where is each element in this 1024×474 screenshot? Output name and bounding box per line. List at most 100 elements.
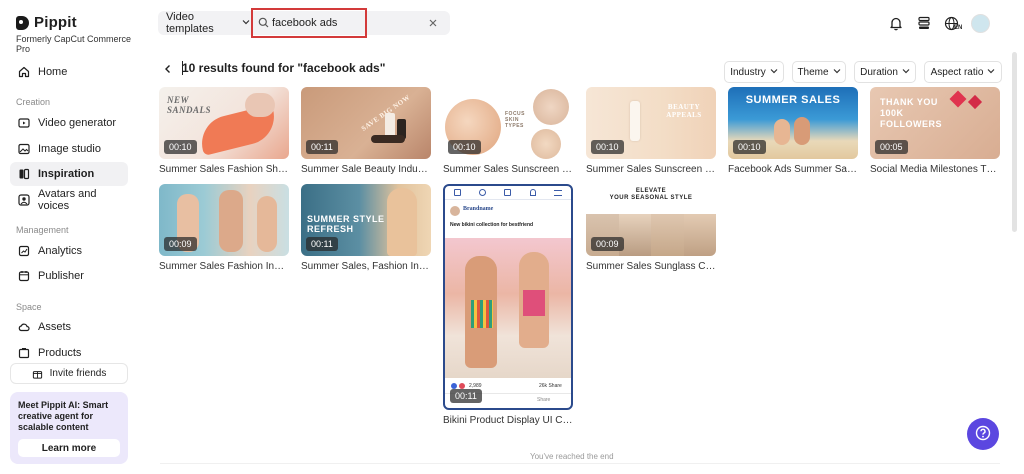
duration-badge: 00:05	[875, 140, 908, 154]
image-icon	[18, 143, 30, 155]
chevron-down-icon	[833, 67, 841, 78]
invite-friends-button[interactable]: Invite friends	[10, 363, 128, 384]
template-title: Summer Sales Sunscreen Fas...	[443, 164, 573, 175]
template-thumbnail[interactable]: SUMMER STYLE REFRESH 00:11	[301, 184, 431, 256]
chevron-down-icon	[987, 67, 995, 78]
sidebar-item-products[interactable]: Products	[10, 341, 128, 365]
duration-badge: 00:09	[164, 237, 197, 251]
section-creation: Creation	[16, 97, 51, 107]
bikini-shape	[523, 290, 545, 316]
sidebar-item-inspiration[interactable]: Inspiration	[10, 162, 128, 186]
sidebar-item-analytics[interactable]: Analytics	[10, 239, 128, 263]
sidebar-item-label: Avatars and voices	[38, 188, 97, 212]
template-thumbnail[interactable]: BEAUTY APPEALS 00:10	[586, 87, 716, 159]
mock-video-icon	[504, 189, 512, 196]
template-title: Summer Sales, Fashion Indust...	[301, 261, 431, 272]
sidebar-item-label: Publisher	[38, 270, 84, 282]
filter-theme[interactable]: Theme	[792, 61, 846, 83]
template-card[interactable]: BEAUTY APPEALS 00:10 Summer Sales Sunscr…	[586, 87, 716, 175]
home-icon	[18, 66, 30, 78]
template-card[interactable]: SUMMER SALES 00:10 Facebook Ads Summer S…	[728, 87, 858, 175]
pippit-logo-icon	[16, 15, 29, 30]
bikini-shape	[471, 300, 493, 328]
chevron-down-icon	[242, 17, 250, 29]
mock-page-avatar	[450, 206, 460, 216]
mock-post-photo	[445, 238, 571, 378]
section-management: Management	[16, 225, 69, 235]
template-type-select[interactable]: Video templates	[158, 11, 250, 35]
back-arrow-icon[interactable]	[163, 63, 173, 77]
template-card[interactable]: ELEVATE YOUR SEASONAL STYLE 00:09 Summer…	[586, 184, 716, 272]
template-card[interactable]: NEW SANDALS 00:10 Summer Sales Fashion S…	[159, 87, 289, 175]
sidebar-item-label: Image studio	[38, 143, 101, 155]
model-shape	[245, 93, 275, 117]
template-title: Facebook Ads Summer Sales ...	[728, 164, 858, 175]
sidebar-item-video-generator[interactable]: Video generator	[10, 111, 128, 135]
sidebar-item-label: Video generator	[38, 117, 117, 129]
sidebar-item-publisher[interactable]: Publisher	[10, 264, 128, 288]
inspiration-icon	[18, 168, 30, 180]
template-card[interactable]: SAVE BIG NOW 00:11 Summer Sale Beauty In…	[301, 87, 431, 175]
template-card[interactable]: FOCUS SKIN TYPES 00:10 Summer Sales Suns…	[443, 87, 573, 175]
sidebar-item-label: Analytics	[38, 245, 83, 257]
filter-label: Duration	[860, 66, 898, 78]
template-title: Summer Sales Fashion Indust...	[159, 261, 289, 272]
filter-label: Industry	[730, 66, 766, 78]
user-avatar[interactable]	[971, 14, 990, 33]
thumbnail-overlay-text: SUMMER SALES	[745, 94, 841, 106]
end-of-results-text: You've reached the end	[530, 452, 614, 461]
mock-friends-icon	[479, 189, 487, 196]
template-card[interactable]: 00:09 Summer Sales Fashion Indust...	[159, 184, 289, 272]
bell-icon[interactable]	[888, 15, 904, 31]
scrollbar-thumb[interactable]	[1012, 52, 1017, 232]
chevron-down-icon	[770, 67, 778, 78]
calendar-icon	[18, 270, 30, 282]
thumbnail-overlay-text: BEAUTY APPEALS	[666, 103, 702, 119]
mock-post-text: New bikini collection for bestfriend	[450, 222, 534, 228]
model-shape	[257, 196, 277, 252]
filter-industry[interactable]: Industry	[724, 61, 784, 83]
learn-more-button[interactable]: Learn more	[18, 439, 120, 457]
brand-name: Pippit	[34, 14, 77, 31]
mock-share-action: Share	[537, 397, 551, 403]
template-thumbnail[interactable]: SUMMER SALES 00:10	[728, 87, 858, 159]
template-thumbnail[interactable]: 00:09	[159, 184, 289, 256]
help-button[interactable]	[967, 418, 999, 450]
template-type-label: Video templates	[166, 11, 214, 35]
template-card[interactable]: Brandname New bikini collection for best…	[443, 184, 573, 426]
brand-logo[interactable]: Pippit	[16, 14, 77, 31]
clear-search-icon[interactable]	[428, 17, 438, 31]
stack-layers-icon[interactable]	[916, 15, 932, 31]
sidebar-item-label: Inspiration	[38, 168, 95, 180]
footer-divider	[160, 463, 1000, 464]
sidebar-item-avatars[interactable]: Avatars and voices	[10, 188, 128, 212]
template-title: Summer Sales Sunglass Cloth...	[586, 261, 716, 272]
model-photo	[651, 214, 684, 256]
model-shape	[387, 188, 417, 256]
template-title: Summer Sales Fashion Shoes ...	[159, 164, 289, 175]
template-title: Summer Sale Beauty Industry...	[301, 164, 431, 175]
thumbnail-overlay-text: FOCUS SKIN TYPES	[505, 111, 525, 129]
sunglasses-shape	[371, 135, 405, 143]
heart-balloon-icon	[949, 90, 967, 108]
sidebar-item-image-studio[interactable]: Image studio	[10, 137, 128, 161]
invite-label: Invite friends	[49, 368, 107, 379]
thumbnail-overlay-text: ELEVATE YOUR SEASONAL STYLE	[609, 188, 693, 201]
template-thumbnail[interactable]: Brandname New bikini collection for best…	[443, 184, 573, 410]
filter-aspect-ratio[interactable]: Aspect ratio	[924, 61, 1002, 83]
template-card[interactable]: THANK YOU 100K FOLLOWERS 00:05 Social Me…	[870, 87, 1000, 175]
template-thumbnail[interactable]: ELEVATE YOUR SEASONAL STYLE 00:09	[586, 184, 716, 256]
pippit-ai-promo-card: Meet Pippit AI: Smart creative agent for…	[10, 392, 128, 464]
duration-badge: 00:11	[306, 237, 338, 251]
model-shape	[219, 190, 243, 252]
model-shape	[794, 117, 810, 145]
template-thumbnail[interactable]: FOCUS SKIN TYPES 00:10	[443, 87, 573, 159]
template-card[interactable]: SUMMER STYLE REFRESH 00:11 Summer Sales,…	[301, 184, 431, 272]
template-thumbnail[interactable]: SAVE BIG NOW 00:11	[301, 87, 431, 159]
template-thumbnail[interactable]: NEW SANDALS 00:10	[159, 87, 289, 159]
filter-label: Theme	[797, 66, 829, 78]
filter-duration[interactable]: Duration	[854, 61, 916, 83]
sidebar-item-home[interactable]: Home	[10, 60, 128, 84]
template-thumbnail[interactable]: THANK YOU 100K FOLLOWERS 00:05	[870, 87, 1000, 159]
sidebar-item-assets[interactable]: Assets	[10, 315, 128, 339]
